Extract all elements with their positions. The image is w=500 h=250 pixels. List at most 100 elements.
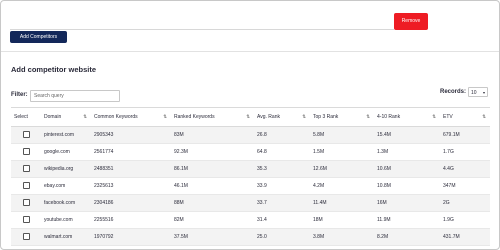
domain-cell: google.com xyxy=(41,143,91,161)
competitors-panel: Remove Add Competitors Add competitor we… xyxy=(0,0,500,250)
common-keywords-cell: 1970792 xyxy=(91,228,171,246)
chevron-down-icon: ▾ xyxy=(482,90,485,95)
header-select: Select xyxy=(11,107,41,127)
table-row: wikipedia.org 2488351 86.1M 35.3 12.6M 10.6M 4… xyxy=(11,160,490,178)
ranked-keywords-cell: 86.1M xyxy=(171,160,254,178)
common-keywords-cell: 2304186 xyxy=(91,194,171,212)
select-cell xyxy=(11,228,41,246)
4-10-rank-cell: 10.6M xyxy=(374,160,440,178)
avg-rank-cell: 64.8 xyxy=(254,143,310,161)
sort-arrows-icon[interactable]: ⇅ xyxy=(302,114,306,120)
domain-cell: youtube.com xyxy=(41,211,91,229)
section-title: Add competitor website xyxy=(11,65,97,74)
header-common-keywords[interactable]: Common Keywords ⇅ xyxy=(91,107,171,127)
ranked-keywords-cell: 83M xyxy=(171,126,254,144)
sort-arrows-icon[interactable]: ⇅ xyxy=(83,114,87,120)
header-label: Select xyxy=(14,114,28,120)
ranked-keywords-cell: 37.5M xyxy=(171,228,254,246)
header-4-10-rank[interactable]: 4-10 Rank ⇅ xyxy=(374,107,440,127)
top-3-rank-cell: 11.4M xyxy=(310,194,374,212)
table-row: youtube.com 2255516 82M 31.4 18M 11.9M 1.9G xyxy=(11,211,490,229)
row-checkbox[interactable] xyxy=(23,181,30,189)
avg-rank-cell: 33.7 xyxy=(254,194,310,212)
etv-cell: 2G xyxy=(440,194,490,212)
etv-cell: 431.7M xyxy=(440,228,490,246)
etv-cell: 1.9G xyxy=(440,211,490,229)
sort-arrows-icon[interactable]: ⇅ xyxy=(163,114,167,120)
header-domain[interactable]: Domain ⇅ xyxy=(41,107,91,127)
top-3-rank-cell: 12.6M xyxy=(310,160,374,178)
top-3-rank-cell: 5.8M xyxy=(310,126,374,144)
header-label: Domain xyxy=(44,114,62,120)
top-3-rank-cell: 18M xyxy=(310,211,374,229)
select-cell xyxy=(11,160,41,178)
table-row: pinterest.com 2905343 83M 26.8 5.8M 15.4M 679.… xyxy=(11,126,490,144)
table-row: facebook.com 2304186 88M 33.7 11.4M 16M 2G xyxy=(11,194,490,212)
etv-cell: 4.4G xyxy=(440,160,490,178)
table-row: ebay.com 2325613 46.1M 33.9 4.2M 10.8M 347M xyxy=(11,177,490,195)
avg-rank-cell: 25.0 xyxy=(254,228,310,246)
row-checkbox[interactable] xyxy=(23,147,30,155)
avg-rank-cell: 33.9 xyxy=(254,177,310,195)
ranked-keywords-cell: 82M xyxy=(171,211,254,229)
common-keywords-cell: 2905343 xyxy=(91,126,171,144)
records-label: Records: xyxy=(440,89,467,95)
4-10-rank-cell: 15.4M xyxy=(374,126,440,144)
row-checkbox[interactable] xyxy=(23,215,30,223)
ranked-keywords-cell: 92.3M xyxy=(171,143,254,161)
divider xyxy=(1,51,499,52)
header-label: Common Keywords xyxy=(94,114,138,120)
header-ranked-keywords[interactable]: Ranked Keywords ⇅ xyxy=(171,107,254,127)
common-keywords-cell: 2255516 xyxy=(91,211,171,229)
header-etv[interactable]: ETV ⇅ xyxy=(440,107,490,127)
4-10-rank-cell: 11.9M xyxy=(374,211,440,229)
header-label: Ranked Keywords xyxy=(174,114,215,120)
4-10-rank-cell: 16M xyxy=(374,194,440,212)
header-label: 4-10 Rank xyxy=(377,114,401,120)
top-3-rank-cell: 1.5M xyxy=(310,143,374,161)
sort-arrows-icon[interactable]: ⇅ xyxy=(432,114,436,120)
avg-rank-cell: 31.4 xyxy=(254,211,310,229)
header-label: Top 3 Rank xyxy=(313,114,339,120)
header-avg-rank[interactable]: Avg. Rank ⇅ xyxy=(254,107,310,127)
4-10-rank-cell: 1.3M xyxy=(374,143,440,161)
domain-cell: ebay.com xyxy=(41,177,91,195)
sort-arrows-icon[interactable]: ⇅ xyxy=(366,114,370,120)
common-keywords-cell: 2488351 xyxy=(91,160,171,178)
domain-cell: wikipedia.org xyxy=(41,160,91,178)
common-keywords-cell: 2325613 xyxy=(91,177,171,195)
header-label: Avg. Rank xyxy=(257,114,280,120)
avg-rank-cell: 26.8 xyxy=(254,126,310,144)
row-checkbox[interactable] xyxy=(23,164,30,172)
competitors-table: Select Domain ⇅ Common Keywords ⇅ Ranked Keyw… xyxy=(11,107,490,246)
select-cell xyxy=(11,126,41,144)
records-select[interactable]: 10 ▾ xyxy=(468,87,488,97)
search-input[interactable] xyxy=(30,90,120,102)
common-keywords-cell: 2561774 xyxy=(91,143,171,161)
ranked-keywords-cell: 46.1M xyxy=(171,177,254,195)
row-checkbox[interactable] xyxy=(23,232,30,240)
competitor-url-input[interactable] xyxy=(10,14,394,30)
top-3-rank-cell: 4.2M xyxy=(310,177,374,195)
domain-cell: facebook.com xyxy=(41,194,91,212)
sort-arrows-icon[interactable]: ⇅ xyxy=(246,114,250,120)
row-checkbox[interactable] xyxy=(23,130,30,138)
sort-arrows-icon[interactable]: ⇅ xyxy=(482,114,486,120)
ranked-keywords-cell: 88M xyxy=(171,194,254,212)
remove-button[interactable]: Remove xyxy=(394,13,428,30)
filter-label: Filter: xyxy=(11,92,28,98)
select-cell xyxy=(11,143,41,161)
etv-cell: 347M xyxy=(440,177,490,195)
header-label: ETV xyxy=(443,114,453,120)
select-cell xyxy=(11,177,41,195)
top-3-rank-cell: 3.8M xyxy=(310,228,374,246)
table-header-row: Select Domain ⇅ Common Keywords ⇅ Ranked Keyw… xyxy=(11,107,490,127)
header-top-3-rank[interactable]: Top 3 Rank ⇅ xyxy=(310,107,374,127)
4-10-rank-cell: 8.2M xyxy=(374,228,440,246)
select-cell xyxy=(11,211,41,229)
etv-cell: 1.7G xyxy=(440,143,490,161)
add-competitors-button[interactable]: Add Competitors xyxy=(10,31,67,43)
table-row: walmart.com 1970792 37.5M 25.0 3.8M 8.2M 431.7… xyxy=(11,228,490,246)
4-10-rank-cell: 10.8M xyxy=(374,177,440,195)
row-checkbox[interactable] xyxy=(23,198,30,206)
